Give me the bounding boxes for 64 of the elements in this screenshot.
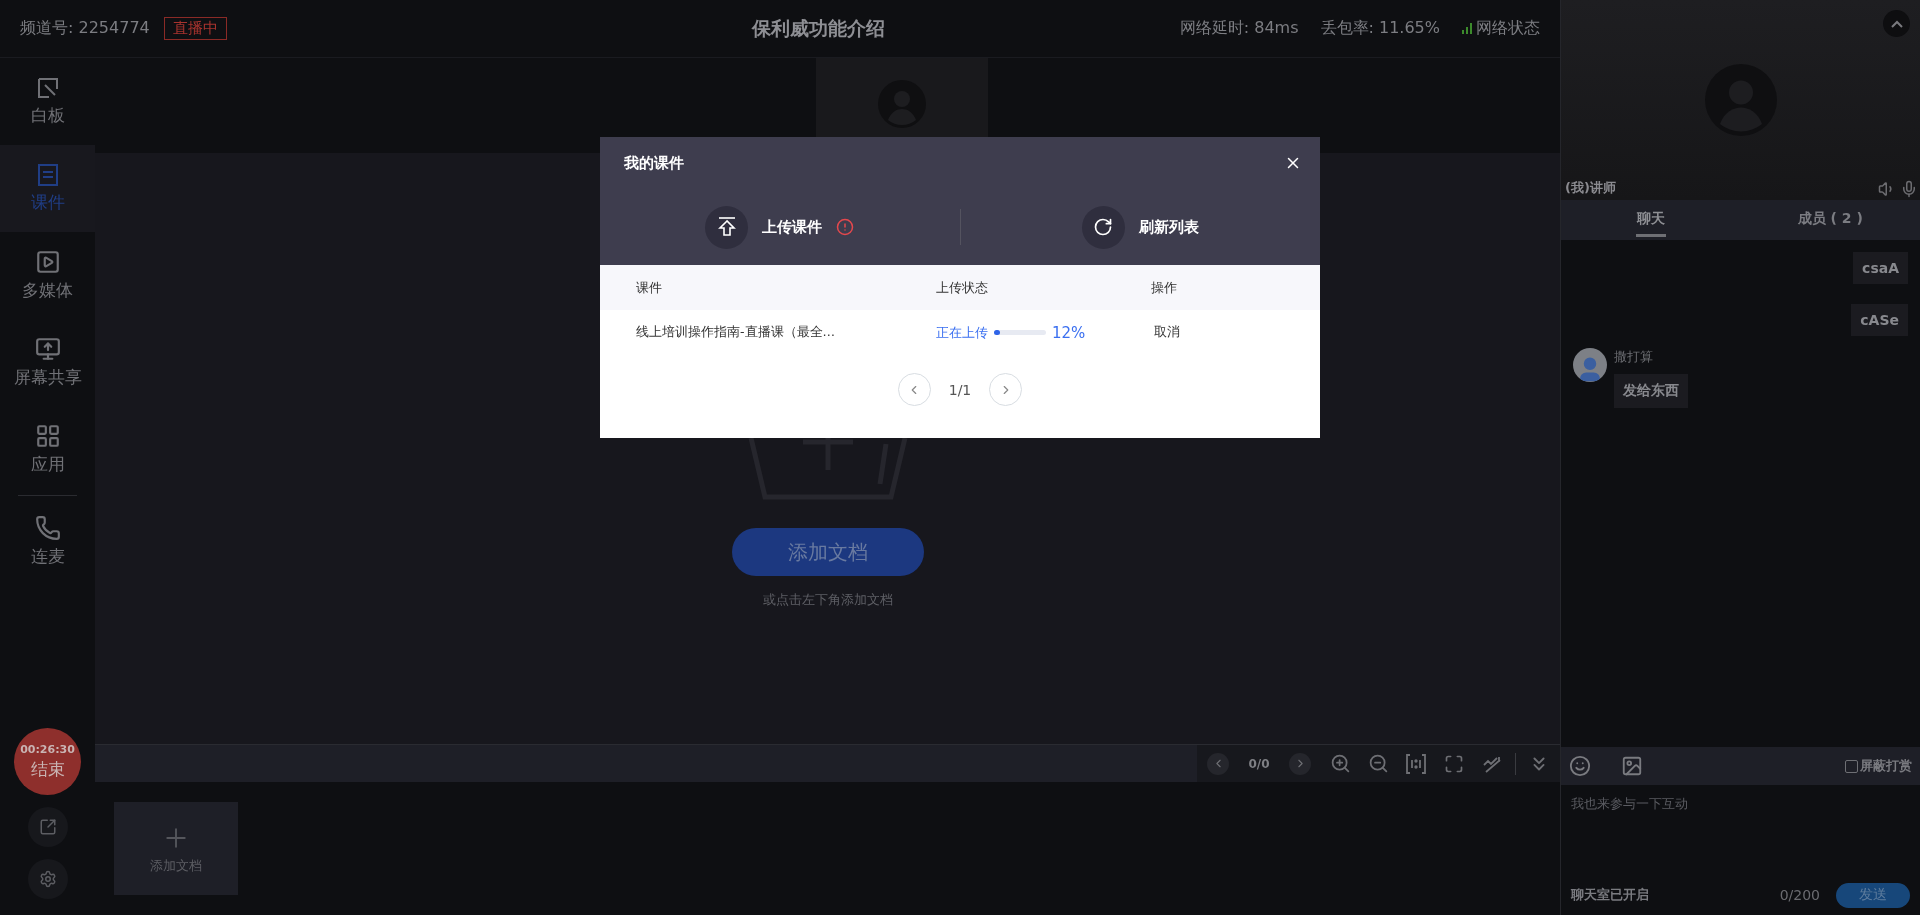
upload-status: 正在上传 [936, 323, 988, 342]
play-icon [34, 249, 61, 275]
column-header: 上传状态 [936, 278, 989, 297]
upload-courseware-button[interactable]: 上传课件 [600, 204, 960, 250]
whiteboard-icon [35, 76, 60, 100]
packet-loss: 丢包率: 11.65% [1320, 18, 1440, 39]
refresh-list-button[interactable]: 刷新列表 [960, 204, 1320, 250]
chat-message: cASe [1851, 304, 1908, 336]
network-status: 网络状态 [1476, 18, 1540, 39]
next-page-button[interactable] [1289, 752, 1311, 775]
popout-button[interactable] [27, 807, 68, 847]
chat-status: 聊天室已开启 [1571, 886, 1650, 904]
block-rewards-checkbox[interactable]: 屏蔽打赏 [1845, 757, 1912, 775]
microphone-icon[interactable] [1900, 180, 1918, 198]
chat-message: csaA [1853, 252, 1908, 284]
video-name: (我)讲师 [1565, 179, 1616, 197]
fullscreen-icon [1444, 753, 1464, 774]
chat-tab[interactable]: 聊天 [1561, 200, 1741, 240]
send-button[interactable]: 发送 [1836, 882, 1910, 908]
sidebar-item[interactable]: 白板 [0, 58, 95, 145]
collapse-video-button[interactable] [1883, 10, 1910, 37]
sidebar-item[interactable]: 多媒体 [0, 232, 95, 319]
upload-progress [994, 330, 1046, 335]
file-name: 线上培训操作指南-直播课（最全… [636, 324, 836, 341]
sidebar-item[interactable]: 应用 [0, 406, 95, 493]
emoji-icon[interactable] [1569, 755, 1591, 777]
upload-percent: 12% [1052, 323, 1086, 342]
add-document-tile[interactable]: 添加文档 [114, 802, 238, 895]
add-document-button[interactable]: 添加文档 [731, 528, 924, 576]
sidebar-item[interactable]: 屏幕共享 [0, 319, 95, 406]
screen-share-icon [34, 336, 61, 362]
signal-icon [1462, 23, 1472, 34]
page-counter: 0/0 [1247, 756, 1271, 771]
upload-icon [716, 216, 737, 238]
popout-icon [38, 818, 57, 836]
live-badge: 直播中 [163, 17, 227, 40]
user-avatar [1573, 348, 1607, 382]
image-icon[interactable] [1621, 755, 1643, 777]
document-icon [35, 163, 60, 187]
dialog-title: 我的课件 [624, 153, 685, 173]
grid-icon [34, 423, 61, 449]
previous-page-button[interactable] [1207, 752, 1229, 775]
end-live-button[interactable]: 00:26:30 结束 [14, 728, 81, 795]
room-title: 保利威功能介绍 [750, 15, 886, 41]
settings-icon [38, 870, 57, 888]
add-document-hint: 或点击左下角添加文档 [762, 591, 893, 609]
actual-size-icon [1405, 752, 1427, 775]
column-header: 课件 [636, 278, 663, 297]
phone-icon [34, 515, 61, 541]
channel-number: 频道号: 2254774 [20, 18, 150, 39]
settings-button[interactable] [27, 859, 68, 899]
chevron-up-icon [1890, 19, 1903, 28]
cancel-link[interactable]: 取消 [1151, 324, 1183, 341]
sidebar-item[interactable]: 连麦 [0, 498, 95, 585]
sender-name: 撒打算 [1614, 348, 1654, 366]
page-indicator: 1/1 [948, 381, 972, 398]
character-count: 0/200 [1779, 887, 1820, 903]
chat-message: 发给东西 [1614, 374, 1688, 408]
refresh-icon [1093, 217, 1114, 237]
zoom-out-icon [1367, 753, 1389, 774]
column-header: 操作 [1151, 278, 1178, 297]
chat-tab[interactable]: 成员 ( 2 ) [1740, 200, 1920, 240]
network-latency: 网络延时: 84ms [1179, 18, 1299, 39]
zoom-in-icon [1329, 753, 1351, 774]
